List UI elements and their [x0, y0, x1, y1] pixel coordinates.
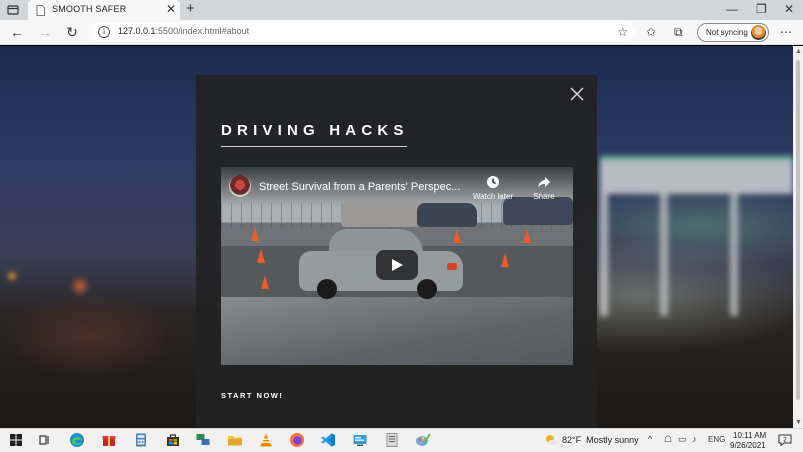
store-icon[interactable] — [165, 432, 181, 448]
background-car — [341, 201, 423, 227]
share-label: Share — [533, 192, 555, 201]
traffic-cone — [251, 227, 259, 241]
vscode-icon[interactable] — [320, 432, 336, 448]
battery-icon[interactable]: ▭ — [678, 434, 687, 445]
clock-date[interactable]: 9/26/2021 — [730, 441, 766, 450]
weather-sun-cloud-icon[interactable] — [544, 434, 558, 446]
notification-icon[interactable]: 2 — [778, 434, 792, 446]
navigation-bar: ← → ↻ i 127.0.0.1:5500/index.html#about … — [0, 20, 803, 45]
document-app-icon[interactable] — [384, 432, 400, 448]
tab-title: SMOOTH SAFER — [52, 4, 127, 14]
traffic-cone — [257, 249, 265, 263]
traffic-cone — [261, 275, 269, 289]
gift-app-icon[interactable] — [101, 432, 117, 448]
wet-pavement — [221, 297, 573, 365]
firefox-icon[interactable] — [289, 432, 305, 448]
profile-avatar — [751, 25, 766, 40]
paint-app-icon[interactable] — [415, 432, 431, 448]
youtube-video[interactable]: Street Survival from a Parents' Perspec.… — [221, 167, 573, 365]
vlc-icon[interactable] — [258, 432, 274, 448]
scroll-down-icon[interactable]: ▼ — [795, 419, 802, 426]
windows-start-icon[interactable] — [8, 432, 24, 448]
restore-icon[interactable]: ❐ — [756, 2, 767, 16]
channel-avatar[interactable] — [229, 175, 251, 197]
screen-app-icon[interactable] — [352, 432, 368, 448]
start-now-link[interactable]: START NOW! — [221, 391, 283, 400]
traffic-cone — [501, 253, 509, 267]
site-info-icon[interactable]: i — [98, 26, 110, 38]
play-button[interactable] — [376, 250, 418, 280]
url-text[interactable]: 127.0.0.1:5500/index.html#about — [118, 26, 249, 36]
forward-icon[interactable]: → — [37, 24, 53, 40]
watch-later-button[interactable]: Watch later — [470, 175, 516, 201]
volume-icon[interactable]: ♪ — [692, 434, 697, 444]
weather-widget[interactable]: 82°F Mostly sunny — [562, 435, 639, 445]
chevron-up-icon[interactable]: ^ — [648, 434, 652, 444]
scroll-up-icon[interactable]: ▲ — [795, 48, 802, 55]
back-icon[interactable]: ← — [9, 24, 25, 40]
windows-taskbar: 82°F Mostly sunny ^ ☖ ▭ ♪ ENG 10:11 AM 9… — [0, 428, 803, 452]
watch-later-label: Watch later — [472, 192, 514, 201]
tab-smooth-safer[interactable]: SMOOTH SAFER ✕ — [28, 0, 180, 20]
favorites-icon[interactable]: ✩ — [646, 24, 656, 40]
sync-label: Not syncing — [706, 28, 748, 37]
modal-title: DRIVING HACKS — [221, 122, 409, 139]
minimize-icon[interactable]: — — [726, 2, 738, 16]
play-icon — [392, 259, 403, 271]
background-car — [503, 197, 573, 225]
background-car — [417, 203, 477, 227]
scroll-thumb[interactable] — [796, 60, 800, 400]
tab-strip: SMOOTH SAFER ✕ + — ❐ ✕ — [0, 0, 803, 20]
new-tab-button[interactable]: + — [186, 1, 195, 17]
add-favorite-icon[interactable]: ☆ — [617, 25, 628, 39]
task-view-icon[interactable] — [37, 432, 53, 448]
page-scrollbar[interactable]: ▲ ▼ — [793, 46, 803, 428]
more-icon[interactable]: ⋯ — [780, 24, 792, 40]
page-icon — [36, 5, 45, 16]
close-icon[interactable] — [570, 87, 584, 101]
traffic-cone — [523, 229, 531, 243]
network-icon[interactable]: ☖ — [664, 434, 672, 445]
page-background: DRIVING HACKS Street Survival from a Par… — [0, 46, 793, 428]
collections-icon[interactable]: ⧉ — [674, 24, 683, 40]
calculator-icon[interactable] — [133, 432, 149, 448]
edge-icon[interactable] — [69, 432, 85, 448]
share-button[interactable]: Share — [521, 175, 567, 201]
video-title[interactable]: Street Survival from a Parents' Perspec.… — [259, 181, 460, 193]
notification-count: 2 — [783, 437, 787, 444]
title-divider — [221, 146, 407, 147]
network-app-icon[interactable] — [195, 432, 211, 448]
clock-icon — [487, 176, 499, 188]
file-explorer-icon[interactable] — [227, 432, 243, 448]
close-tab-icon[interactable]: ✕ — [166, 3, 176, 15]
about-modal: DRIVING HACKS Street Survival from a Par… — [196, 75, 597, 428]
language-indicator[interactable]: ENG — [708, 435, 725, 444]
share-icon — [538, 177, 550, 188]
reload-icon[interactable]: ↻ — [64, 24, 80, 40]
profile-sync-button[interactable]: Not syncing — [697, 23, 769, 42]
address-bar[interactable]: i 127.0.0.1:5500/index.html#about ☆ — [90, 22, 636, 42]
tab-actions-icon[interactable] — [6, 3, 20, 17]
clock-time[interactable]: 10:11 AM — [733, 431, 766, 440]
close-window-icon[interactable]: ✕ — [784, 2, 794, 16]
